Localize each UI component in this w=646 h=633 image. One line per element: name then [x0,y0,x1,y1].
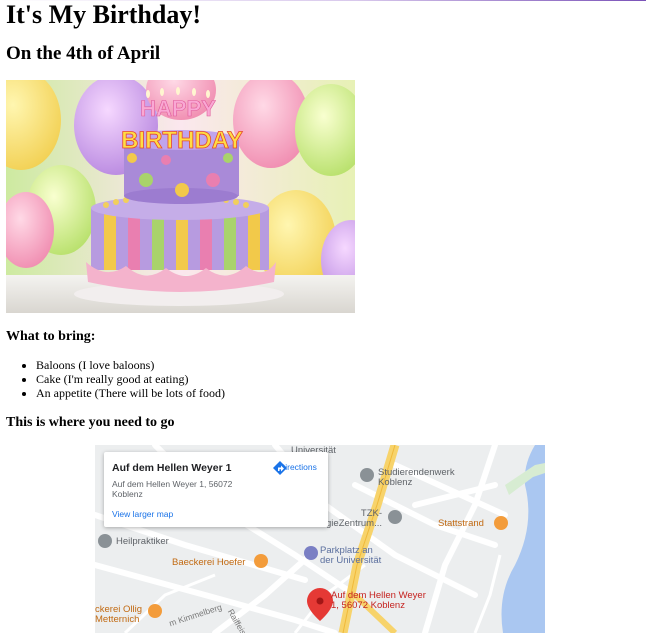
directions-icon [273,461,287,475]
bring-list: Baloons (I love baloons) Cake (I'm reall… [6,358,225,400]
birthday-cake-image: HAPPY BIRTHDAY [6,80,355,313]
cake-candle-text-top: HAPPY [140,96,216,121]
page-title: It's My Birthday! [6,0,201,29]
list-item: Cake (I'm really good at eating) [36,372,225,386]
map-label-stattstrand: Stattstrand [438,518,484,529]
list-item: An appetite (There will be lots of food) [36,386,225,400]
map-label-marker-address: Auf dem Hellen Weyer 1, 56072 Koblenz [331,590,426,611]
map-label-parkplatz: Parkplatz an der Universität [320,545,382,566]
cake-candle-text-bottom: BIRTHDAY [121,127,243,154]
map-label-heilpraktiker: Heilpraktiker [116,536,169,547]
location-heading: This is where you need to go [6,415,175,430]
map-info-card: Auf dem Hellen Weyer 1 Auf dem Hellen We… [104,452,328,527]
map-card-title: Auf dem Hellen Weyer 1 [112,462,232,474]
embedded-map[interactable]: Universität Studierendenwerk Koblenz TZK… [95,445,545,633]
what-to-bring-heading: What to bring: [6,329,96,344]
directions-button[interactable]: Directions [272,460,324,475]
map-label-studierendenwerk: Studierendenwerk Koblenz [378,467,455,488]
view-larger-map-link[interactable]: View larger map [112,509,173,519]
map-card-address: Auf dem Hellen Weyer 1, 56072 Koblenz [112,479,233,499]
map-label-baeckerei-hoefer: Baeckerei Hoefer [172,557,246,568]
list-item: Baloons (I love baloons) [36,358,225,372]
page-subtitle: On the 4th of April [6,43,161,64]
map-label-baeckerei-ollig: ckerei Ollig Metternich [95,604,142,625]
